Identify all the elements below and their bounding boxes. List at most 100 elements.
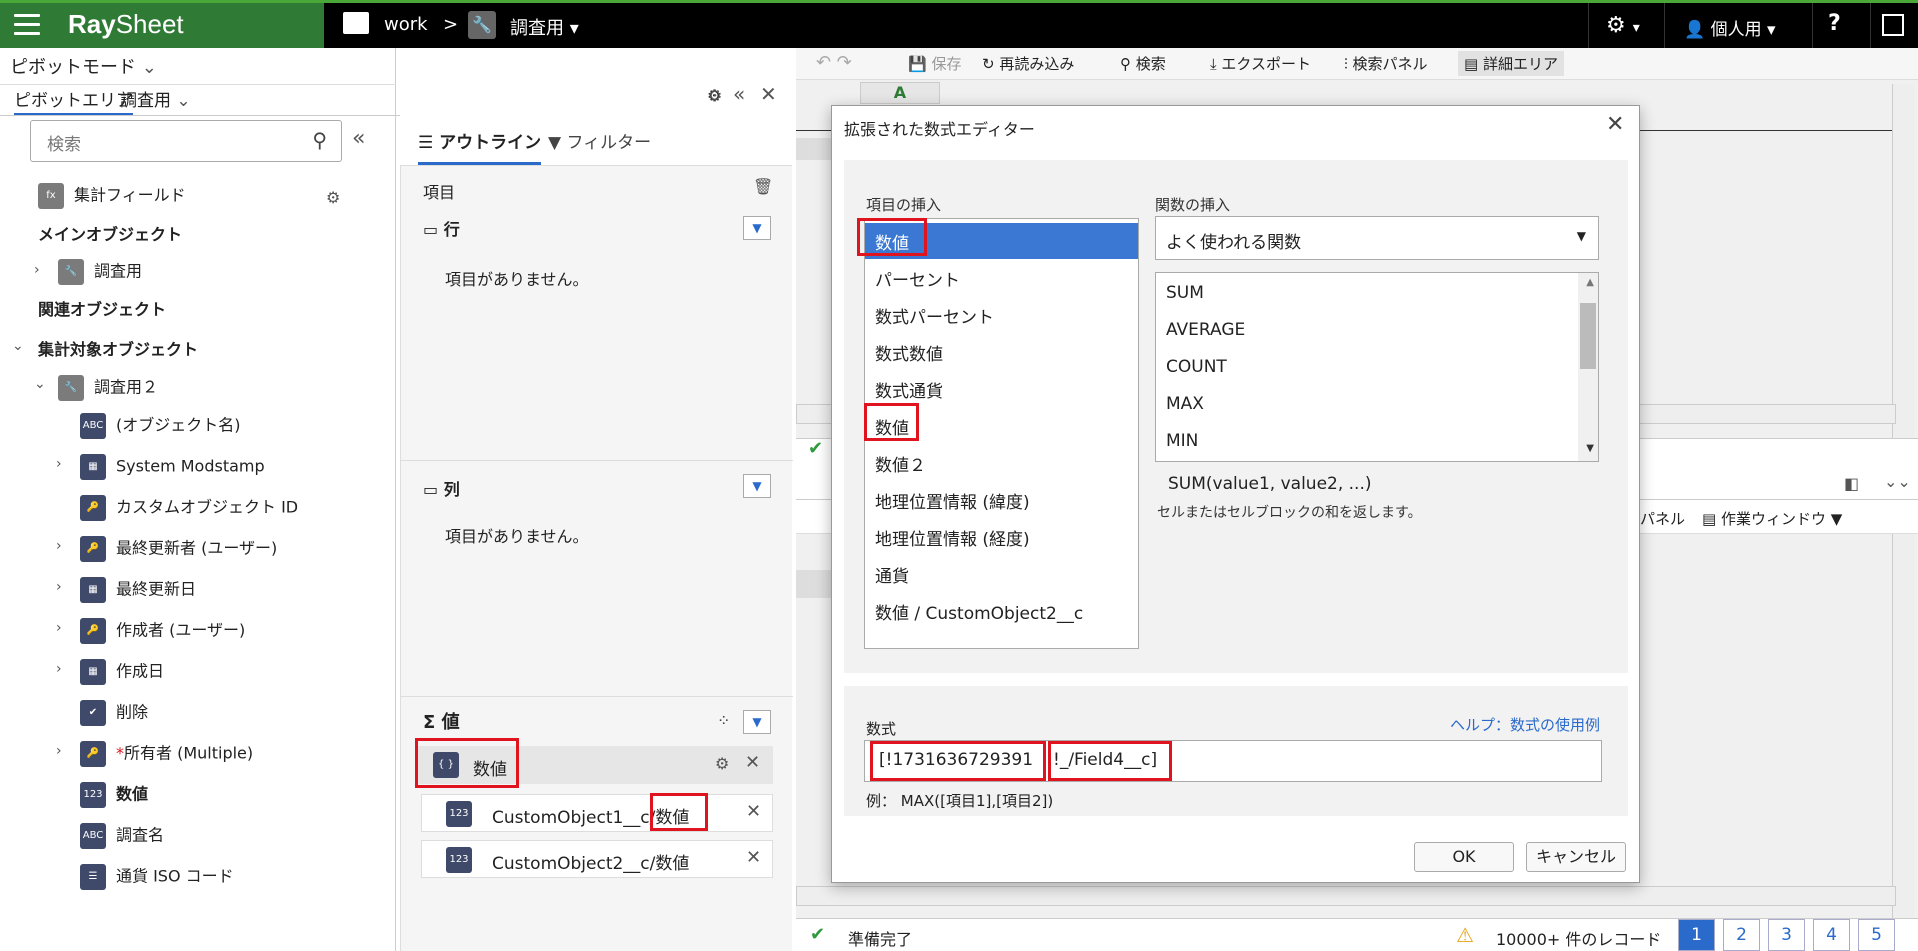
chevron-right-icon[interactable]: ›	[56, 579, 62, 595]
lower-scrollbar[interactable]	[1892, 534, 1914, 928]
cols-dropdown-button[interactable]: ▼	[743, 474, 771, 498]
page-button[interactable]: 5	[1858, 919, 1895, 951]
function-option[interactable]: AVERAGE	[1166, 320, 1245, 340]
page-button[interactable]: 4	[1813, 919, 1850, 951]
lower-horizontal-scrollbar[interactable]	[796, 886, 1896, 906]
work-window-button[interactable]: ▤ 作業ウィンドウ ▼	[1702, 508, 1842, 529]
menu-icon[interactable]	[14, 14, 40, 36]
close-panel-icon[interactable]: ✕	[760, 82, 777, 106]
sub-value-row[interactable]: 123 CustomObject1__c/数値 ✕	[421, 794, 773, 832]
expand-icon[interactable]: ⌄⌄	[1884, 472, 1911, 491]
key-icon: 🔑	[80, 536, 106, 562]
chevron-down-icon[interactable]: ⌄	[34, 376, 46, 392]
item-list-option[interactable]: 地理位置情報 (経度)	[875, 525, 1030, 550]
breadcrumb-object[interactable]: 調査用 ▾	[510, 14, 579, 40]
calendar-icon: ▦	[80, 577, 106, 603]
pivot-mode-select[interactable]: ピボットモード ⌄	[10, 53, 157, 79]
item-list-option[interactable]: 数値 / CustomObject2__c	[875, 599, 1083, 624]
collapse-left-icon[interactable]: «	[733, 82, 745, 106]
field-item[interactable]: ABC 調査名	[80, 823, 164, 849]
panel-gear-icon[interactable]: ⚙	[708, 86, 722, 105]
calc-field-gear-icon[interactable]: ⚙	[326, 188, 340, 207]
remove-icon[interactable]: ✕	[746, 801, 761, 822]
remove-icon[interactable]: ✕	[745, 752, 760, 773]
field-item[interactable]: 🔑 カスタムオブジェクト ID	[80, 495, 298, 521]
chevron-right-icon[interactable]: ›	[56, 456, 62, 472]
help-link[interactable]: ヘルプ：数式の使用例	[1450, 714, 1600, 735]
function-option[interactable]: MIN	[1166, 431, 1198, 451]
field-item[interactable]: 🔑 *所有者 (Multiple)	[80, 741, 253, 767]
tab-outline[interactable]: ☰ アウトライン	[418, 128, 542, 165]
help-icon[interactable]: ?	[1828, 11, 1841, 36]
detail-area-button[interactable]: ▤ 詳細エリア	[1458, 51, 1564, 76]
item-list-option[interactable]: 数式数値	[875, 340, 943, 365]
insert-item-label: 項目の挿入	[866, 196, 942, 214]
chevron-right-icon[interactable]: ›	[56, 743, 62, 759]
gear-icon[interactable]: ⚙ ▾	[1606, 13, 1640, 38]
function-option[interactable]: COUNT	[1166, 357, 1227, 377]
function-option[interactable]: MAX	[1166, 394, 1204, 414]
field-item[interactable]: 🔑 最終更新者 (ユーザー)	[80, 536, 277, 562]
user-menu[interactable]: 👤 個人用 ▾	[1684, 15, 1776, 40]
tab-object[interactable]: 調査用 ⌄	[120, 86, 191, 111]
vertical-scrollbar[interactable]	[1892, 84, 1914, 444]
export-button[interactable]: ⤓ エクスポート	[1210, 53, 1311, 74]
main-object-item[interactable]: 🔧 調査用	[58, 259, 142, 285]
rows-dropdown-button[interactable]: ▼	[743, 216, 771, 240]
column-header-a[interactable]: A	[860, 82, 940, 104]
reload-button[interactable]: ↻ 再読み込み	[982, 53, 1074, 74]
wrench-icon: 🔧	[58, 375, 84, 401]
cancel-button[interactable]: キャンセル	[1526, 842, 1626, 872]
function-list[interactable]: SUM AVERAGE COUNT MAX MIN ▲ ▼	[1155, 272, 1599, 462]
tab-filter[interactable]: ▼ フィルター	[548, 128, 651, 153]
item-list-option[interactable]: 数値２	[875, 451, 926, 476]
target-object-item[interactable]: 🔧 調査用２	[58, 375, 158, 401]
calendar-icon: ▦	[80, 659, 106, 685]
field-item[interactable]: ▦ 最終更新日	[80, 577, 196, 603]
chevron-down-icon[interactable]: ⌄	[12, 338, 24, 354]
item-list-option[interactable]: 数式通貨	[875, 377, 943, 402]
sub-value-row[interactable]: 123 CustomObject2__c/数値 ✕	[421, 840, 773, 878]
chevron-right-icon[interactable]: ›	[56, 538, 62, 554]
items-header: 項目	[423, 183, 456, 202]
item-list-option[interactable]: 通貨	[875, 562, 909, 587]
breadcrumb-work[interactable]: work	[384, 14, 428, 35]
undo-icon[interactable]: ↶ ↷	[816, 52, 852, 73]
field-item[interactable]: 123 数値	[80, 782, 148, 808]
calc-field-item[interactable]: fx 集計フィールド	[38, 183, 186, 209]
field-item[interactable]: ▦ 作成日	[80, 659, 164, 685]
field-label: 通貨 ISO コード	[116, 866, 234, 886]
tab-pivot-area[interactable]: ピボットエリア	[14, 86, 133, 116]
field-item[interactable]: ABC (オブジェクト名)	[80, 413, 241, 439]
panel-toggle-icon[interactable]: ◧	[1844, 474, 1859, 493]
function-option[interactable]: SUM	[1166, 283, 1204, 303]
remove-icon[interactable]: ✕	[746, 847, 761, 868]
ok-button[interactable]: OK	[1414, 842, 1514, 872]
page-button[interactable]: 2	[1723, 919, 1760, 951]
grid-icon[interactable]: ⁘	[717, 711, 730, 730]
page-button[interactable]: 3	[1768, 919, 1805, 951]
value-gear-icon[interactable]: ⚙	[715, 754, 729, 773]
page-button[interactable]: 1	[1678, 919, 1715, 951]
chevron-right-icon[interactable]: ›	[56, 620, 62, 636]
function-category-select[interactable]: よく使われる関数 ▼	[1155, 216, 1599, 260]
search-input[interactable]: 検索 ⚲	[30, 120, 342, 162]
close-icon[interactable]: ✕	[1606, 112, 1624, 137]
search-panel-button[interactable]: ⫶ 検索パネル	[1344, 53, 1428, 74]
values-dropdown-button[interactable]: ▼	[743, 710, 771, 734]
panel-label[interactable]: パネル	[1640, 508, 1685, 529]
item-list-option[interactable]: パーセント	[875, 266, 960, 291]
item-list-option[interactable]: 数式パーセント	[875, 303, 994, 328]
field-item[interactable]: ✔ 削除	[80, 700, 148, 726]
chevron-right-icon[interactable]: ›	[56, 661, 62, 677]
window-icon[interactable]	[1882, 14, 1904, 36]
field-item[interactable]: ☰ 通貨 ISO コード	[80, 864, 234, 890]
save-button[interactable]: 💾 保存	[908, 53, 961, 74]
search-button[interactable]: ⚲ 検索	[1120, 53, 1166, 74]
chevron-right-icon[interactable]: ›	[34, 262, 40, 278]
trash-icon[interactable]: 🗑	[753, 177, 773, 196]
field-item[interactable]: 🔑 作成者 (ユーザー)	[80, 618, 245, 644]
item-list-option[interactable]: 地理位置情報 (緯度)	[875, 488, 1030, 513]
collapse-icon[interactable]: «	[352, 126, 365, 151]
field-item[interactable]: ▦ System Modstamp	[80, 454, 265, 480]
